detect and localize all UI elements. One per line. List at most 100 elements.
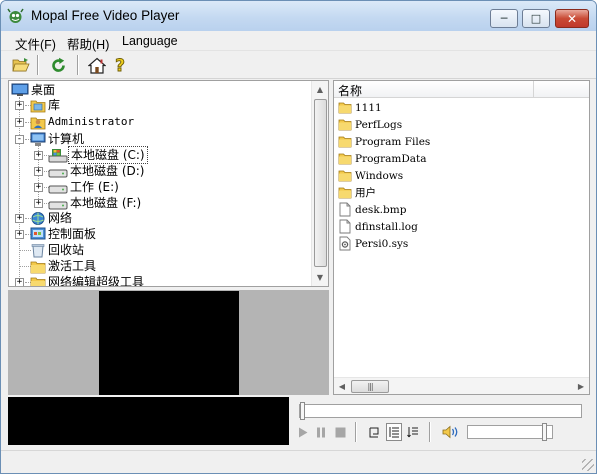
tree-item-control-panel[interactable]: 控制面板 xyxy=(30,226,98,242)
file-name: ProgramData xyxy=(355,152,427,165)
tree-item-computer[interactable]: 计算机 xyxy=(30,131,86,147)
tree-item-label: 网络编辑超级工具 xyxy=(48,275,145,287)
user-folder-icon xyxy=(30,117,46,129)
file-list-item[interactable]: ProgramData xyxy=(338,150,427,167)
system-file-icon xyxy=(339,236,351,251)
tree-item-drive-e[interactable]: 工作 (E:) xyxy=(48,179,121,195)
video-display[interactable] xyxy=(8,397,289,445)
open-folder-button[interactable] xyxy=(10,54,32,76)
scroll-left-icon[interactable]: ◀ xyxy=(334,378,350,394)
window-title: Mopal Free Video Player xyxy=(31,8,180,23)
file-list-item[interactable]: 用户 xyxy=(338,184,376,201)
tree-item-library[interactable]: 库 xyxy=(30,97,62,113)
file-list-item[interactable]: 1111 xyxy=(338,99,382,116)
close-button[interactable]: ✕ xyxy=(555,9,589,28)
file-name: 用户 xyxy=(355,187,376,199)
preview-thumbnail xyxy=(99,291,239,395)
collapse-toggle[interactable]: - xyxy=(15,135,24,144)
help-icon: ? xyxy=(115,56,126,74)
tree-root-desktop[interactable]: 桌面 xyxy=(11,82,57,98)
expand-toggle[interactable]: + xyxy=(34,183,43,192)
scroll-right-icon[interactable]: ▶ xyxy=(573,378,589,394)
seek-thumb[interactable] xyxy=(300,402,305,420)
scroll-thumb[interactable] xyxy=(314,99,327,267)
file-list-item[interactable]: Program Files xyxy=(338,133,430,150)
file-horizontal-scrollbar[interactable]: ◀ ||| ▶ xyxy=(334,377,589,394)
refresh-button[interactable] xyxy=(47,54,69,76)
tree-item-recycle-bin[interactable]: 回收站 xyxy=(30,242,86,258)
file-list-item[interactable]: desk.bmp xyxy=(338,201,406,218)
tree-item-drive-c[interactable]: 本地磁盘 (C:) xyxy=(48,146,148,164)
file-list-item[interactable]: PerfLogs xyxy=(338,116,402,133)
tree-vertical-scrollbar[interactable]: ▲ ▼ xyxy=(311,81,328,286)
file-icon xyxy=(339,202,351,217)
home-button[interactable] xyxy=(86,54,108,76)
pause-button[interactable] xyxy=(315,423,327,441)
title-bar[interactable]: Mopal Free Video Player ─ □ ✕ xyxy=(1,1,596,31)
tree-item-label: 本地磁盘 (F:) xyxy=(70,196,142,210)
scroll-thumb[interactable]: ||| xyxy=(351,380,389,393)
stop-icon xyxy=(335,427,345,437)
refresh-icon xyxy=(51,57,65,72)
menu-language[interactable]: Language xyxy=(122,34,178,48)
file-list-item[interactable]: dfinstall.log xyxy=(338,218,418,235)
tree-item-activation-tools[interactable]: 激活工具 xyxy=(30,258,98,274)
control-panel-icon xyxy=(30,227,46,239)
playlist-button[interactable] xyxy=(386,423,402,441)
minimize-button[interactable]: ─ xyxy=(490,9,518,28)
stop-button[interactable] xyxy=(334,423,346,441)
tree-item-label: Administrator xyxy=(48,115,135,128)
scroll-down-icon[interactable]: ▼ xyxy=(312,269,328,286)
control-separator xyxy=(355,422,357,442)
drive-icon xyxy=(48,185,68,193)
expand-toggle[interactable]: + xyxy=(34,199,43,208)
tree-item-label: 本地磁盘 (C:) xyxy=(68,146,148,164)
tree-item-drive-d[interactable]: 本地磁盘 (D:) xyxy=(48,163,146,179)
toolbar-separator xyxy=(77,55,79,75)
file-name: 1111 xyxy=(355,101,382,114)
file-list-item[interactable]: Persi0.sys xyxy=(338,235,408,252)
expand-toggle[interactable]: + xyxy=(15,230,24,239)
expand-toggle[interactable]: + xyxy=(15,118,24,127)
menu-file[interactable]: 文件(F) xyxy=(15,34,56,53)
tree-item-network[interactable]: 网络 xyxy=(30,210,74,226)
scroll-up-icon[interactable]: ▲ xyxy=(312,81,328,98)
expand-toggle[interactable]: + xyxy=(15,214,24,223)
folder-icon xyxy=(338,170,352,182)
expand-toggle[interactable]: + xyxy=(34,151,43,160)
column-divider[interactable] xyxy=(533,81,534,97)
tree-item-administrator[interactable]: Administrator xyxy=(30,114,136,130)
seek-slider[interactable] xyxy=(299,402,582,420)
maximize-button[interactable]: □ xyxy=(522,9,550,28)
file-list[interactable]: 名称 1111 PerfLogs Program Files ProgramData W… xyxy=(333,80,590,395)
volume-slider[interactable] xyxy=(467,423,553,441)
playlist-sequence-button[interactable] xyxy=(406,423,420,441)
volume-thumb[interactable] xyxy=(542,423,547,441)
toolbar-separator xyxy=(37,55,39,75)
network-icon xyxy=(31,211,45,225)
file-list-item[interactable]: Windows xyxy=(338,167,403,184)
repeat-button[interactable] xyxy=(367,423,381,441)
help-button[interactable]: ? xyxy=(109,54,131,76)
expand-toggle[interactable]: + xyxy=(15,101,24,110)
pause-icon xyxy=(317,427,325,437)
play-button[interactable] xyxy=(297,423,309,441)
file-name: Windows xyxy=(355,169,404,182)
expand-toggle[interactable]: + xyxy=(34,167,43,176)
folder-icon xyxy=(30,261,46,273)
tree-item-network-edit-tools[interactable]: 网络编辑超级工具 xyxy=(30,274,146,287)
folder-icon xyxy=(338,153,352,165)
file-icon xyxy=(339,219,351,234)
folder-tree[interactable]: 桌面 + 库 + Administrator - 计算机 + 本地磁盘 (C:)… xyxy=(8,80,329,287)
resize-grip-icon[interactable] xyxy=(582,459,594,471)
tree-item-drive-f[interactable]: 本地磁盘 (F:) xyxy=(48,195,143,211)
file-name: desk.bmp xyxy=(355,203,407,216)
folder-icon xyxy=(338,136,352,148)
menu-help[interactable]: 帮助(H) xyxy=(67,34,109,53)
expand-toggle[interactable]: + xyxy=(15,278,24,286)
drive-icon xyxy=(48,201,68,209)
column-header-name[interactable]: 名称 xyxy=(338,82,362,99)
mute-button[interactable] xyxy=(441,423,461,441)
folder-icon xyxy=(338,119,352,131)
system-drive-icon xyxy=(48,148,68,162)
